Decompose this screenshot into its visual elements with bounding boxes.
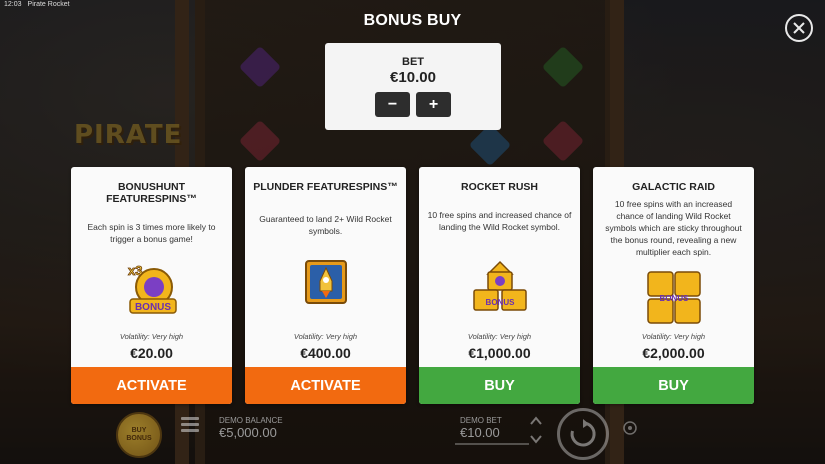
card-volatility: Volatility: Very high — [467, 332, 532, 341]
card-description: 10 free spins and increased chance of la… — [427, 210, 572, 232]
menu-icon[interactable] — [181, 417, 199, 433]
card-title: BONUSHUNT FEATURESPINS™ — [106, 181, 197, 205]
art-multiplier: x3 — [128, 263, 142, 278]
buy-button[interactable]: BUY — [593, 367, 754, 404]
bottom-bet-label: DEMO BET — [460, 416, 502, 425]
modal-title: BONUS BUY — [363, 12, 462, 29]
card-description: Each spin is 3 times more likely to trig… — [87, 222, 216, 244]
bonus-card-plunder: PLUNDER FEATURESPINS™ Guaranteed to land… — [245, 167, 406, 404]
card-price: €2,000.00 — [642, 345, 705, 361]
minus-icon: − — [387, 95, 398, 113]
bet-panel: BET €10.00 − + — [325, 43, 501, 130]
autoplay-icon[interactable] — [622, 420, 638, 436]
app-name-text: Pirate Rocket — [27, 1, 70, 8]
buy-bonus-button[interactable]: BUY BONUS — [116, 412, 162, 458]
art-label: BONUS — [134, 302, 170, 313]
bonus-card-galactic-raid: GALACTIC RAID 10 free spins with an incr… — [593, 167, 754, 404]
activate-button[interactable]: ACTIVATE — [71, 367, 232, 404]
close-icon — [793, 22, 805, 34]
buy-bonus-label-1: BUY — [131, 427, 147, 434]
bonus-x3-icon: x3 BONUS — [127, 263, 177, 314]
balance-value: €5,000.00 — [219, 425, 277, 440]
buy-button[interactable]: BUY — [419, 367, 580, 404]
card-description: Guaranteed to land 2+ Wild Rocket symbol… — [259, 214, 392, 236]
decrease-bet-button[interactable]: − — [375, 92, 410, 117]
card-title: PLUNDER FEATURESPINS™ — [253, 181, 398, 193]
bonus-grid-icon: BONUS — [646, 271, 701, 324]
bonus-card-bonushunt: BONUSHUNT FEATURESPINS™ Each spin is 3 t… — [71, 167, 232, 404]
increase-bet-button[interactable]: + — [416, 92, 451, 117]
status-line: 12:03 Pirate Rocket — [4, 1, 70, 8]
spin-icon — [570, 419, 596, 447]
card-description: 10 free spins with an increased chance o… — [605, 199, 742, 257]
buy-bonus-label-2: BONUS — [126, 435, 152, 442]
bottom-bet-value: €10.00 — [460, 425, 500, 440]
card-title: ROCKET RUSH — [460, 181, 538, 193]
art-label: BONUS — [659, 294, 689, 303]
art-label: BONUS — [485, 298, 515, 307]
card-title: GALACTIC RAID — [632, 181, 715, 193]
card-price: €20.00 — [130, 345, 173, 361]
bet-controls: − + — [325, 92, 501, 117]
bonus-stack-icon: BONUS — [472, 260, 527, 311]
activate-button[interactable]: ACTIVATE — [245, 367, 406, 404]
card-price: €400.00 — [300, 345, 351, 361]
bet-label: BET — [402, 56, 424, 68]
card-volatility: Volatility: Very high — [641, 332, 706, 341]
plus-icon: + — [428, 95, 439, 113]
wild-rocket-icon — [304, 260, 347, 304]
clock-text: 12:03 — [4, 1, 22, 8]
card-price: €1,000.00 — [468, 345, 531, 361]
card-volatility: Volatility: Very high — [119, 332, 184, 341]
bet-value: €10.00 — [390, 69, 436, 86]
spin-button[interactable] — [557, 408, 609, 460]
bonus-card-rocket-rush: ROCKET RUSH 10 free spins and increased … — [419, 167, 580, 404]
close-button[interactable] — [785, 14, 813, 42]
bet-arrows-icon[interactable] — [529, 412, 543, 448]
card-volatility: Volatility: Very high — [293, 332, 358, 341]
balance-label: DEMO BALANCE — [219, 416, 283, 425]
bottom-bar: BUY BONUS DEMO BALANCE €5,000.00 DEMO BE… — [0, 404, 825, 464]
